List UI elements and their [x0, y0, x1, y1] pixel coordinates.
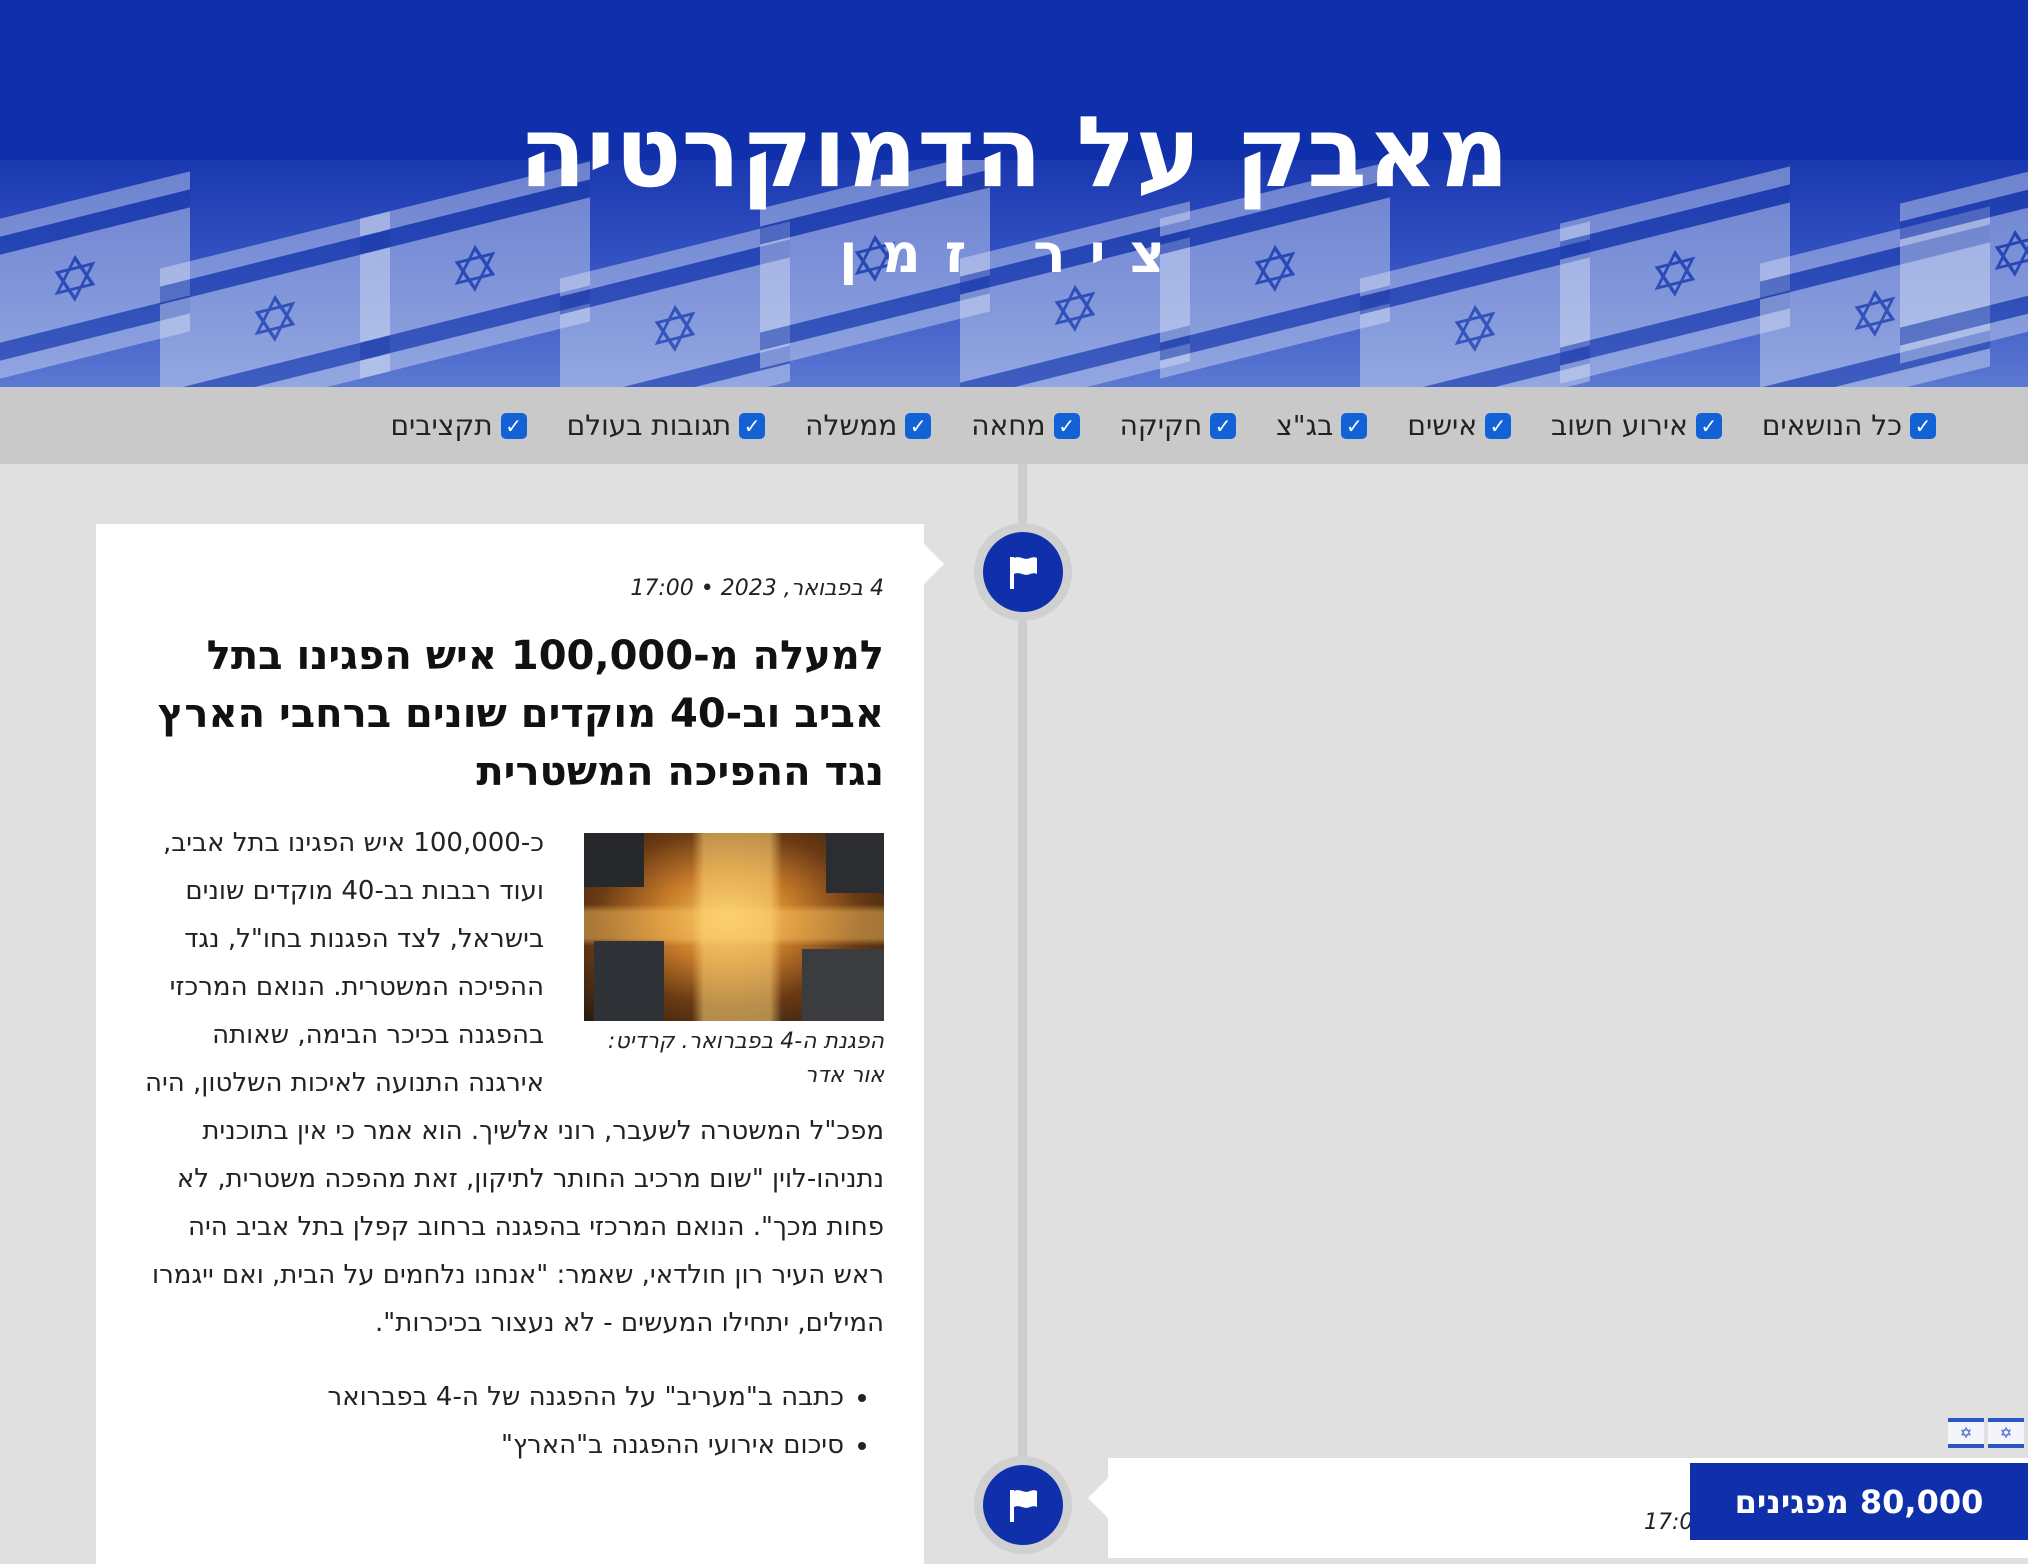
filter-label: ממשלה [805, 409, 898, 442]
badge-flags: ✡ ✡ [1948, 1418, 2024, 1448]
checkbox-checked-icon[interactable]: ✓ [905, 412, 932, 439]
filter-supreme-court[interactable]: ✓ בג"צ [1276, 409, 1368, 442]
site-title: מאבק על הדמוקרטיה [518, 96, 1510, 210]
checkbox-checked-icon[interactable]: ✓ [739, 412, 766, 439]
filter-important-event[interactable]: ✓ אירוע חשוב [1551, 409, 1722, 442]
timeline-event-card: 4 בפבואר, 2023 • 17:00 למעלה מ-100,000 א… [96, 524, 944, 1564]
filter-label: בג"צ [1276, 409, 1334, 442]
event-date: 4 בפבואר, 2023 • 17:00 [630, 576, 884, 601]
site-header: ✡ ✡ ✡ ✡ ✡ ✡ ✡ ✡ ✡ ✡ ✡ מאבק על הדמוקרטיה … [0, 0, 2028, 387]
site-subtitle: ציר זמן [839, 222, 1189, 285]
flag-icon [1010, 1490, 1037, 1522]
event-title: למעלה מ-100,000 איש הפגינו בתל אביב וב-4… [157, 633, 884, 795]
filter-label: חקיקה [1119, 409, 1203, 442]
protest-aerial-photo[interactable] [584, 833, 884, 1021]
filter-government[interactable]: ✓ ממשלה [805, 409, 932, 442]
filter-all-topics[interactable]: ✓ כל הנושאים [1762, 409, 1936, 442]
topic-filter-bar: ✓ כל הנושאים ✓ אירוע חשוב ✓ אישים ✓ בג"צ… [0, 387, 2028, 464]
timeline-node[interactable] [974, 1456, 1072, 1554]
checkbox-checked-icon[interactable]: ✓ [1341, 412, 1368, 439]
filter-budgets[interactable]: ✓ תקציבים [390, 409, 527, 442]
filter-legislation[interactable]: ✓ חקיקה [1120, 409, 1237, 442]
event-links: כתבה ב"מעריב" על ההפגנה של ה-4 בפברואר ס… [136, 1373, 884, 1469]
checkbox-checked-icon[interactable]: ✓ [1053, 412, 1080, 439]
filter-world-reactions[interactable]: ✓ תגובות בעולם [567, 409, 766, 442]
filter-label: מחאה [971, 409, 1046, 442]
checkbox-checked-icon[interactable]: ✓ [1910, 412, 1936, 439]
event-date: 17:0 [1644, 1510, 1694, 1535]
filter-label: תגובות בעולם [566, 409, 732, 442]
filter-protest[interactable]: ✓ מחאה [971, 409, 1080, 442]
filter-label: אישים [1407, 409, 1478, 442]
article-link[interactable]: כתבה ב"מעריב" על ההפגנה של ה-4 בפברואר [136, 1373, 844, 1421]
checkbox-checked-icon[interactable]: ✓ [1485, 412, 1512, 439]
filter-label: כל הנושאים [1761, 409, 1902, 442]
event-figure: הפגנת ה-4 בפברואר. קרדיט: אור אדר [584, 833, 884, 1093]
checkbox-checked-icon[interactable]: ✓ [1695, 412, 1722, 439]
checkbox-checked-icon[interactable]: ✓ [1210, 412, 1237, 439]
image-caption: הפגנת ה-4 בפברואר. קרדיט: אור אדר [607, 1029, 884, 1088]
protesters-count-badge: 80,000 מפגינים [1690, 1463, 2028, 1540]
checkbox-checked-icon[interactable]: ✓ [500, 412, 527, 439]
timeline-node[interactable] [974, 523, 1072, 621]
israel-flag-icon: ✡ [1948, 1418, 1984, 1448]
article-link[interactable]: סיכום אירועי ההפגנה ב"הארץ" [136, 1421, 844, 1469]
israel-flag-icon: ✡ [1988, 1418, 2024, 1448]
timeline-line [1018, 464, 1027, 1540]
flag-icon [1010, 557, 1037, 589]
filter-label: אירוע חשוב [1551, 409, 1688, 442]
filter-people[interactable]: ✓ אישים [1407, 409, 1512, 442]
filter-label: תקציבים [390, 409, 493, 442]
